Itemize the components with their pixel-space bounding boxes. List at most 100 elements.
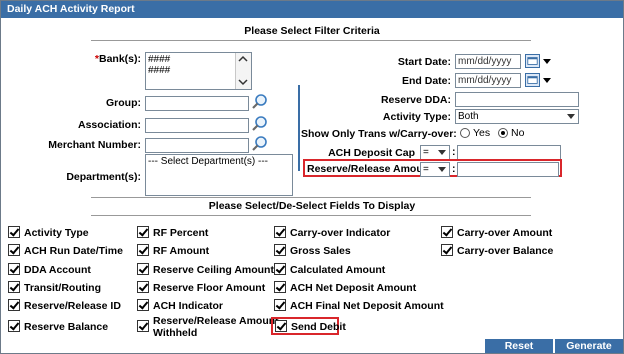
- start-date-chevron-down-icon[interactable]: [543, 59, 551, 64]
- field-label: Reserve Balance: [24, 321, 109, 333]
- field-label: Reserve/Release ID: [24, 300, 121, 312]
- checkbox-activity-type[interactable]: [8, 226, 20, 238]
- checkbox-carryover-amount[interactable]: [441, 226, 453, 238]
- group-input[interactable]: [145, 96, 249, 111]
- start-date-input[interactable]: mm/dd/yyyy: [455, 54, 521, 69]
- checkbox-reserve-ceiling[interactable]: [137, 263, 149, 275]
- reserve-release-label: Reserve/Release Amount: [307, 163, 433, 175]
- reserve-dda-input[interactable]: [455, 92, 579, 107]
- bank-scrollbar[interactable]: [235, 53, 251, 89]
- field-label: Carry-over Amount: [457, 227, 553, 239]
- ach-deposit-cap-colon: :: [452, 146, 456, 158]
- generate-button[interactable]: Generate: [555, 339, 623, 353]
- checkbox-rf-percent[interactable]: [137, 226, 149, 238]
- chevron-down-icon: [438, 150, 446, 155]
- checkbox-reserve-release-withheld[interactable]: [137, 320, 149, 332]
- filter-heading: Please Select Filter Criteria: [244, 25, 380, 37]
- field-label: Carry-over Balance: [457, 245, 554, 257]
- report-window: Daily ACH Activity Report Please Select …: [0, 0, 624, 354]
- field-label: DDA Account: [24, 264, 91, 276]
- checkbox-reserve-balance[interactable]: [8, 320, 20, 332]
- merchant-search-icon[interactable]: [251, 135, 268, 152]
- window-title: Daily ACH Activity Report: [1, 1, 623, 18]
- start-date-label: Start Date:: [397, 56, 451, 68]
- checkbox-ach-net-deposit[interactable]: [274, 281, 286, 293]
- carryover-label: Show Only Trans w/Carry-over:: [301, 128, 457, 140]
- field-label: Calculated Amount: [290, 264, 386, 276]
- field-label: RF Amount: [153, 245, 210, 257]
- checkbox-reserve-floor[interactable]: [137, 281, 149, 293]
- activity-type-label: Activity Type:: [382, 111, 451, 123]
- field-label: ACH Indicator: [153, 300, 224, 312]
- activity-type-value: Both: [458, 111, 479, 122]
- fields-divider-bottom: [91, 215, 531, 216]
- reserve-release-operator-value: =: [423, 164, 429, 175]
- carryover-no-radio[interactable]: [498, 128, 508, 138]
- carryover-no-label: No: [511, 127, 525, 139]
- field-label: ACH Final Net Deposit Amount: [290, 300, 444, 312]
- field-label: Send Debit: [291, 321, 346, 333]
- end-date-label: End Date:: [401, 75, 451, 87]
- checkbox-calculated-amount[interactable]: [274, 263, 286, 275]
- checkbox-dda-account[interactable]: [8, 263, 20, 275]
- end-date-chevron-down-icon[interactable]: [543, 78, 551, 83]
- checkbox-carryover-indicator[interactable]: [274, 226, 286, 238]
- ach-deposit-cap-label: ACH Deposit Cap: [328, 147, 415, 159]
- checkbox-ach-final-net-deposit[interactable]: [274, 299, 286, 311]
- checkbox-carryover-balance[interactable]: [441, 244, 453, 256]
- field-label: Transit/Routing: [24, 282, 101, 294]
- department-listbox[interactable]: --- Select Department(s) ---: [145, 154, 293, 196]
- chevron-down-icon: [567, 114, 575, 119]
- bank-item[interactable]: ####: [148, 65, 170, 76]
- bank-label: *Bank(s):: [94, 53, 141, 65]
- fields-heading: Please Select/De-Select Fields To Displa…: [208, 200, 416, 212]
- department-placeholder: --- Select Department(s) ---: [148, 156, 269, 167]
- field-label: ACH Net Deposit Amount: [290, 282, 417, 294]
- activity-type-select[interactable]: Both: [455, 109, 579, 124]
- carryover-yes-radio[interactable]: [460, 128, 470, 138]
- reserve-release-input[interactable]: [457, 162, 559, 177]
- group-label: Group:: [106, 97, 141, 109]
- checkbox-ach-indicator[interactable]: [137, 299, 149, 311]
- reserve-release-colon: :: [452, 163, 456, 175]
- field-label: RF Percent: [153, 227, 209, 239]
- field-label: Reserve Ceiling Amount: [153, 264, 274, 276]
- carryover-yes-label: Yes: [473, 127, 491, 139]
- field-label: Gross Sales: [290, 245, 351, 257]
- chevron-down-icon: [438, 167, 446, 172]
- checkbox-transit-routing[interactable]: [8, 281, 20, 293]
- merchant-label: Merchant Number:: [48, 139, 141, 151]
- reset-button[interactable]: Reset: [485, 339, 553, 353]
- field-label: ACH Run Date/Time: [24, 245, 123, 257]
- association-search-icon[interactable]: [251, 115, 268, 132]
- field-label: Reserve Floor Amount: [153, 282, 266, 294]
- checkbox-rf-amount[interactable]: [137, 244, 149, 256]
- ach-deposit-cap-operator-value: =: [423, 147, 429, 158]
- group-search-icon[interactable]: [251, 93, 268, 110]
- start-date-calendar-icon[interactable]: [525, 54, 540, 68]
- bank-listbox[interactable]: #### ####: [145, 52, 252, 90]
- filter-divider: [91, 40, 531, 41]
- bank-label-text: Bank(s):: [98, 53, 141, 65]
- fields-divider: [91, 197, 531, 198]
- association-input[interactable]: [145, 118, 249, 133]
- association-label: Association:: [77, 119, 141, 131]
- field-label: Reserve/Release Amount: [153, 315, 279, 327]
- field-label: Withheld: [153, 327, 198, 339]
- checkbox-ach-run-date[interactable]: [8, 244, 20, 256]
- bank-item[interactable]: ####: [148, 54, 170, 65]
- field-label: Carry-over Indicator: [290, 227, 391, 239]
- merchant-input[interactable]: [145, 138, 249, 153]
- checkbox-send-debit[interactable]: [275, 320, 287, 332]
- field-label: Activity Type: [24, 227, 89, 239]
- reserve-release-operator[interactable]: =: [420, 162, 450, 177]
- ach-deposit-cap-operator[interactable]: =: [420, 145, 450, 160]
- filter-column-separator: [298, 85, 300, 171]
- checkbox-reserve-release-id[interactable]: [8, 299, 20, 311]
- reserve-dda-label: Reserve DDA:: [380, 94, 451, 106]
- checkbox-gross-sales[interactable]: [274, 244, 286, 256]
- end-date-input[interactable]: mm/dd/yyyy: [455, 73, 521, 88]
- ach-deposit-cap-input[interactable]: [457, 145, 561, 160]
- department-label: Department(s):: [66, 171, 141, 183]
- end-date-calendar-icon[interactable]: [525, 73, 540, 87]
